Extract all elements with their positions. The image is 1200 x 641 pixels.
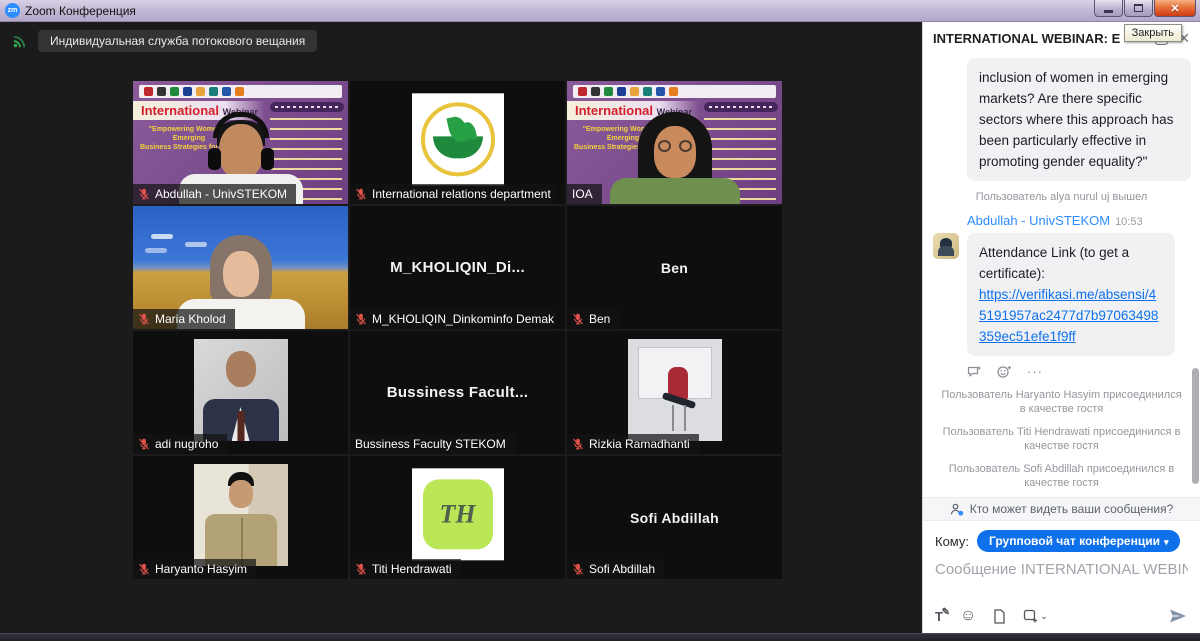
maximize-button[interactable] bbox=[1124, 0, 1153, 17]
message-time: 10:53 bbox=[1115, 216, 1143, 228]
emoji-icon[interactable]: ☺ bbox=[960, 608, 976, 624]
mic-muted-icon bbox=[355, 313, 367, 325]
to-label: Кому: bbox=[935, 534, 969, 549]
chat-panel: INTERNATIONAL WEBINAR: Emp... ··· ✕ incl… bbox=[922, 22, 1200, 633]
meeting-main-area: Индивидуальная служба потокового вещания… bbox=[0, 22, 922, 633]
attach-file-icon[interactable] bbox=[993, 609, 1006, 624]
mic-muted-icon bbox=[138, 438, 150, 450]
attendance-link[interactable]: https://verifikasi.me/absensi/45191957ac… bbox=[979, 287, 1158, 344]
screenshot-icon[interactable]: ⌄ bbox=[1023, 609, 1048, 623]
live-stream-icon bbox=[12, 33, 28, 49]
message-more-icon[interactable]: ··· bbox=[1027, 364, 1043, 379]
message-actions: ··· bbox=[967, 364, 1190, 379]
th-monogram-logo: TH bbox=[412, 468, 504, 560]
privacy-note[interactable]: Кто может видеть ваши сообщения? bbox=[923, 497, 1200, 521]
sender-name[interactable]: Abdullah - UnivSTEKOM bbox=[967, 213, 1110, 228]
chat-scrollbar[interactable] bbox=[1192, 368, 1199, 484]
video-tile-sofi[interactable]: Sofi Abdillah Sofi Abdillah bbox=[567, 456, 782, 579]
video-tile-adi[interactable]: adi nugroho bbox=[133, 331, 348, 454]
participant-name-label: Ben bbox=[567, 309, 619, 329]
window-title: Zoom Конференция bbox=[25, 4, 136, 18]
system-message: Пользователь alya nurul uj вышел bbox=[939, 190, 1184, 204]
format-text-icon[interactable]: T bbox=[935, 609, 943, 624]
message-sender: Abdullah - UnivSTEKOM 10:53 bbox=[967, 213, 1190, 228]
participant-name-label: Sofi Abdillah bbox=[567, 559, 664, 579]
chat-message-bubble: Attendance Link (to get a certificate): … bbox=[967, 233, 1175, 356]
video-tile-haryanto[interactable]: Haryanto Hasyim bbox=[133, 456, 348, 579]
participant-name-label: IOA bbox=[567, 184, 602, 204]
chat-message-list[interactable]: inclusion of women in emerging markets? … bbox=[923, 54, 1200, 497]
mic-muted-icon bbox=[572, 438, 584, 450]
university-logo bbox=[412, 93, 504, 185]
chat-title: INTERNATIONAL WEBINAR: Emp... bbox=[933, 31, 1121, 46]
mic-muted-icon bbox=[138, 188, 150, 200]
participant-name-label: Rizkia Ramadhanti bbox=[567, 434, 699, 454]
mic-muted-icon bbox=[355, 188, 367, 200]
chat-message-bubble: inclusion of women in emerging markets? … bbox=[967, 58, 1191, 181]
system-message: Пользователь Haryanto Hasyim присоединил… bbox=[939, 388, 1184, 416]
participant-video-person bbox=[600, 108, 750, 204]
add-reaction-icon[interactable] bbox=[997, 365, 1012, 379]
video-tile-ben[interactable]: Ben Ben bbox=[567, 206, 782, 329]
video-tile-abdullah[interactable]: International Webinar "Empowering Women … bbox=[133, 81, 348, 204]
avatar[interactable] bbox=[933, 233, 959, 259]
video-tile-ioa[interactable]: International Webinar "Empowering Women … bbox=[567, 81, 782, 204]
compose-area: Кому: Групповой чат конференции▾ Сообщен… bbox=[923, 521, 1200, 633]
who-can-see-icon bbox=[950, 503, 964, 516]
minimize-button[interactable] bbox=[1094, 0, 1123, 17]
zoom-app-icon: zm bbox=[5, 3, 20, 18]
participant-name-label: Titi Hendrawati bbox=[350, 559, 461, 579]
participant-photo bbox=[628, 339, 722, 441]
title-bar[interactable]: zm Zoom Конференция ✕ bbox=[0, 0, 1200, 22]
participant-name-label: International relations department bbox=[350, 184, 556, 204]
video-grid: International Webinar "Empowering Women … bbox=[133, 81, 782, 579]
mic-muted-icon bbox=[572, 313, 584, 325]
participant-name-label: adi nugroho bbox=[133, 434, 227, 454]
participant-photo bbox=[194, 464, 288, 566]
participant-name-label: Abdullah - UnivSTEKOM bbox=[133, 184, 296, 204]
send-button[interactable] bbox=[1168, 607, 1188, 625]
reply-icon[interactable] bbox=[967, 365, 982, 379]
video-tile-mkholiqin[interactable]: M_KHOLIQIN_Di... M_KHOLIQIN_Dinkominfo D… bbox=[350, 206, 565, 329]
video-tile-titi[interactable]: TH Titi Hendrawati bbox=[350, 456, 565, 579]
participant-name-label: Haryanto Hasyim bbox=[133, 559, 256, 579]
mic-muted-icon bbox=[355, 563, 367, 575]
message-input[interactable]: Сообщение INTERNATIONAL WEBINAR: ... bbox=[935, 561, 1188, 578]
video-tile-bussiness-faculty[interactable]: Bussiness Facult... Bussiness Faculty ST… bbox=[350, 331, 565, 454]
video-tile-intl-relations[interactable]: International relations department bbox=[350, 81, 565, 204]
mic-muted-icon bbox=[138, 563, 150, 575]
video-tile-maria[interactable]: Maria Kholod bbox=[133, 206, 348, 329]
participant-name-label: Bussiness Faculty STEKOM bbox=[350, 434, 515, 454]
participant-name-label: Maria Kholod bbox=[133, 309, 235, 329]
participant-photo bbox=[194, 339, 288, 441]
stream-badge: Индивидуальная служба потокового вещания bbox=[38, 30, 317, 52]
mic-muted-icon bbox=[138, 313, 150, 325]
zoom-window: zm Zoom Конференция ✕ Закрыть Индивидуал… bbox=[0, 0, 1200, 641]
participant-name-label: M_KHOLIQIN_Dinkominfo Demak bbox=[350, 309, 556, 329]
mic-muted-icon bbox=[572, 563, 584, 575]
screenshot-chevron-icon[interactable]: ⌄ bbox=[1040, 611, 1048, 622]
window-bottom-border bbox=[0, 633, 1200, 641]
video-tile-rizkia[interactable]: Rizkia Ramadhanti bbox=[567, 331, 782, 454]
close-tooltip: Закрыть bbox=[1124, 24, 1182, 42]
system-message: Пользователь Titi Hendrawati присоединил… bbox=[939, 425, 1184, 453]
close-button[interactable]: ✕ bbox=[1154, 0, 1196, 17]
system-message: Пользователь Sofi Abdillah присоединился… bbox=[939, 462, 1184, 490]
recipient-selector[interactable]: Групповой чат конференции▾ bbox=[977, 530, 1180, 552]
